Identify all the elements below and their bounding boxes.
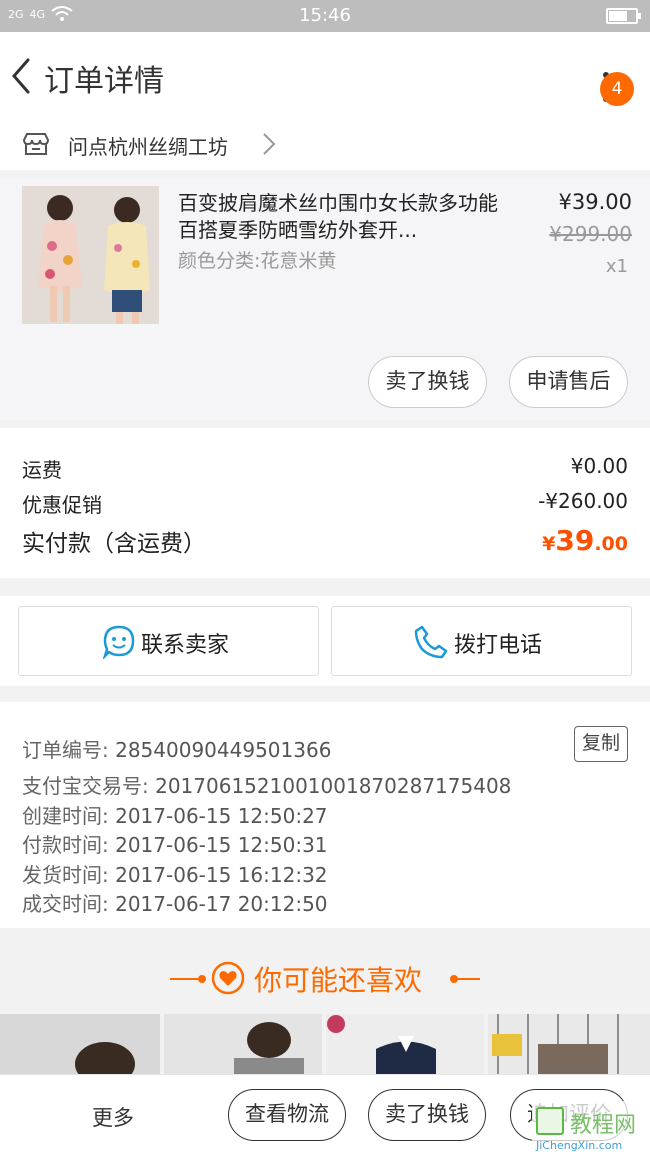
recommend-product-image[interactable] xyxy=(326,1014,484,1074)
closed-time-value: 2017-06-17 20:12:50 xyxy=(115,892,328,916)
closed-time-row: 成交时间: 2017-06-17 20:12:50 xyxy=(22,888,328,917)
cost-summary: 运费 ¥0.00 优惠促销 -¥260.00 实付款（含运费） ¥39.00 xyxy=(0,428,650,578)
product-spec: 颜色分类:花意米黄 xyxy=(178,250,337,272)
divider-dot xyxy=(198,975,206,983)
divider xyxy=(170,978,200,980)
call-label: 拨打电话 xyxy=(454,633,543,658)
paid-time-row: 付款时间: 2017-06-15 12:50:31 xyxy=(22,829,328,858)
clock: 15:46 xyxy=(299,5,351,26)
watermark-brand: 教程网 xyxy=(570,1113,637,1138)
after-sale-button[interactable]: 申请售后 xyxy=(509,356,628,408)
product-original-price: ¥299.00 xyxy=(549,222,632,246)
status-bar: 2G 4G 15:46 xyxy=(0,0,650,32)
created-time-value: 2017-06-15 12:50:27 xyxy=(115,804,328,828)
recommend-title: 你可能还喜欢 xyxy=(254,964,423,997)
info-label: 创建时间: xyxy=(22,804,109,828)
watermark-url: JiChengXin.com xyxy=(536,1139,623,1152)
recommend-product-image[interactable] xyxy=(488,1014,650,1074)
discount-row: 优惠促销 -¥260.00 xyxy=(22,489,628,518)
contact-section: 联系卖家 拨打电话 xyxy=(0,596,650,686)
call-button[interactable]: 拨打电话 xyxy=(331,606,632,676)
info-label: 成交时间: xyxy=(22,892,109,916)
recommend-product-image[interactable] xyxy=(0,1014,160,1074)
shipping-label: 运费 xyxy=(22,458,62,482)
order-number-row: 订单编号: 28540090449501366 xyxy=(22,734,331,763)
recommend-product-image[interactable] xyxy=(164,1014,322,1074)
shipped-time-value: 2017-06-15 16:12:32 xyxy=(115,863,328,887)
shop-name: 问点杭州丝绸工坊 xyxy=(68,135,228,159)
order-number-value: 28540090449501366 xyxy=(115,738,332,762)
recommend-header: 你可能还喜欢 xyxy=(0,930,650,1014)
info-label: 订单编号: xyxy=(22,738,109,762)
watermark-logo: 教程网 JiChengXin.com xyxy=(532,1101,650,1155)
product-title: 百变披肩魔术丝巾围巾女长款多功能百搭夏季防晒雪纺外套开... xyxy=(178,191,498,242)
back-arrow-icon[interactable] xyxy=(8,56,34,96)
notification-badge: 4 xyxy=(600,72,634,106)
total-currency: ¥ xyxy=(542,533,556,555)
alipay-trade-row: 支付宝交易号: 2017061521001001870287175408 xyxy=(22,770,511,799)
shipping-row: 运费 ¥0.00 xyxy=(22,454,628,483)
store-icon xyxy=(22,133,50,155)
alipay-trade-value: 2017061521001001870287175408 xyxy=(155,774,512,798)
divider xyxy=(456,978,480,980)
phone-icon xyxy=(414,625,448,659)
order-info: 订单编号: 28540090449501366 复制 支付宝交易号: 20170… xyxy=(0,702,650,928)
total-value: ¥39.00 xyxy=(542,524,628,557)
total-label: 实付款（含运费） xyxy=(22,531,206,557)
recommend-products xyxy=(0,1014,650,1074)
info-label: 支付宝交易号: xyxy=(22,774,149,798)
discount-label: 优惠促销 xyxy=(22,493,102,517)
page-title: 订单详情 xyxy=(44,64,164,99)
created-time-row: 创建时间: 2017-06-15 12:50:27 xyxy=(22,800,328,829)
total-integer: 39 xyxy=(555,524,595,557)
shop-row[interactable]: 问点杭州丝绸工坊 xyxy=(0,120,650,170)
contact-seller-label: 联系卖家 xyxy=(141,633,230,658)
more-button[interactable]: 更多 xyxy=(92,1102,134,1132)
total-row: 实付款（含运费） ¥39.00 xyxy=(22,524,628,558)
sell-item-button[interactable]: 卖了换钱 xyxy=(368,356,487,408)
product-image xyxy=(22,186,159,324)
battery-icon xyxy=(606,8,641,24)
sell-item-button-bottom[interactable]: 卖了换钱 xyxy=(368,1089,486,1141)
discount-value: -¥260.00 xyxy=(538,489,628,513)
product-quantity: x1 xyxy=(605,256,628,277)
view-logistics-button[interactable]: 查看物流 xyxy=(228,1089,346,1141)
chevron-right-icon xyxy=(263,133,276,155)
shipped-time-row: 发货时间: 2017-06-15 16:12:32 xyxy=(22,859,328,888)
nav-bar: 订单详情 4 xyxy=(0,32,650,120)
product-item[interactable]: 百变披肩魔术丝巾围巾女长款多功能百搭夏季防晒雪纺外套开... 颜色分类:花意米黄… xyxy=(0,178,650,420)
chat-smile-icon xyxy=(103,625,135,659)
copy-button[interactable]: 复制 xyxy=(574,726,628,762)
total-decimal: .00 xyxy=(594,533,628,555)
contact-seller-button[interactable]: 联系卖家 xyxy=(18,606,319,676)
info-label: 付款时间: xyxy=(22,833,109,857)
shipping-value: ¥0.00 xyxy=(570,454,628,478)
paid-time-value: 2017-06-15 12:50:31 xyxy=(115,833,328,857)
info-label: 发货时间: xyxy=(22,863,109,887)
heart-icon xyxy=(211,961,245,995)
product-price: ¥39.00 xyxy=(558,190,632,214)
